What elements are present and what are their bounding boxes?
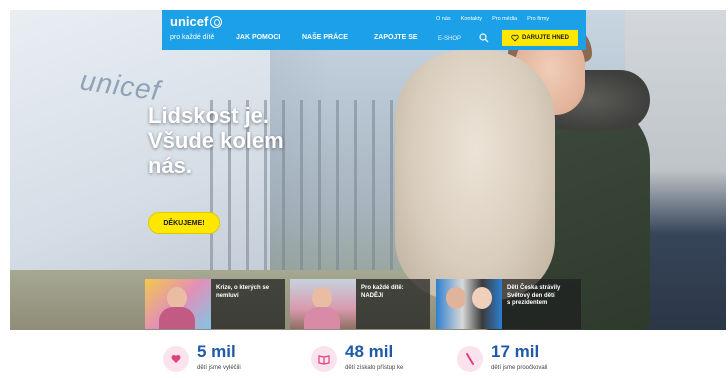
tile-child-face — [167, 287, 187, 309]
stat-label: dětí jsme vyléčili — [197, 365, 241, 371]
hero-photo-plush-toy — [395, 50, 555, 300]
top-links: O nás Kontakty Pro média Pro firmy — [436, 16, 549, 22]
stat-value: 17 mil — [491, 342, 540, 361]
hero-headline-line-3: nás. — [148, 153, 193, 178]
stat-label: dětí získalo přístup ke — [345, 365, 404, 371]
book-icon — [311, 346, 337, 372]
hero-headline-line-2: Všude kolem — [148, 128, 284, 153]
tile-child-body — [159, 307, 195, 329]
story-tile-president[interactable]: Děti Česka strávily Světový den dětí s p… — [436, 279, 581, 329]
story-tile-title: Krize, o kterých se nemluví — [211, 279, 274, 329]
story-tile-title: Děti Česka strávily Světový den dětí s p… — [502, 279, 565, 329]
logo-text: unicef — [170, 14, 209, 29]
nav-item-zapojte-se[interactable]: ZAPOJTE SE — [374, 34, 418, 41]
top-link-contacts[interactable]: Kontakty — [461, 16, 482, 22]
story-tile-line: NADĚJI — [361, 292, 384, 299]
story-tile-line: nemluví — [216, 292, 239, 299]
stat-education: 48 mil dětí získalo přístup ke — [311, 342, 403, 372]
top-link-media[interactable]: Pro média — [492, 16, 517, 22]
story-tile-line: Děti Česka strávily — [507, 285, 561, 291]
story-tile-line: Pro každé dítě: — [361, 285, 404, 291]
main-header: unicef pro každé dítě JAK POMOCI NAŠE PR… — [162, 10, 586, 50]
logo-tagline: pro každé dítě — [170, 34, 215, 41]
nav-item-jak-pomoci[interactable]: JAK POMOCI — [236, 34, 280, 41]
story-tile-line: s prezidentem — [507, 300, 548, 306]
stat-value: 5 mil — [197, 342, 236, 361]
story-tile-image — [436, 279, 502, 329]
eshop-link[interactable]: E-SHOP — [438, 36, 461, 42]
globe-icon — [210, 15, 223, 28]
stat-cured: 5 mil dětí jsme vyléčili — [163, 342, 241, 372]
story-tile-title: Pro každé dítě: NADĚJI — [356, 279, 409, 329]
stat-label: dětí jsme proočkovali — [491, 365, 548, 371]
story-tile-image — [145, 279, 211, 329]
tile-person-face — [446, 287, 466, 309]
donate-label: DARUJTE HNED — [521, 35, 569, 41]
heart-hands-icon — [163, 346, 189, 372]
syringe-icon — [457, 346, 483, 372]
heart-icon — [511, 34, 519, 42]
story-tile-line: Krize, o kterých se — [216, 285, 270, 291]
impact-stats: 5 mil dětí jsme vyléčili 48 mil dětí zís… — [0, 330, 728, 378]
nav-item-nase-prace[interactable]: NAŠE PRÁCE — [302, 34, 348, 41]
tile-child-face — [312, 287, 332, 309]
top-link-business[interactable]: Pro firmy — [527, 16, 549, 22]
tile-child-body — [304, 307, 340, 329]
story-tile-image — [290, 279, 356, 329]
search-icon[interactable] — [479, 33, 489, 43]
stat-vaccinated: 17 mil dětí jsme proočkovali — [457, 342, 547, 372]
tent-unicef-logo: unicef — [78, 64, 163, 107]
story-tile-hope[interactable]: Pro každé dítě: NADĚJI — [290, 279, 430, 329]
top-link-about[interactable]: O nás — [436, 16, 451, 22]
thanks-button[interactable]: DĚKUJEME! — [148, 212, 220, 234]
stat-value: 48 mil — [345, 342, 394, 361]
donate-button[interactable]: DARUJTE HNED — [502, 30, 578, 46]
story-tile-crises[interactable]: Krize, o kterých se nemluví — [145, 279, 285, 329]
hero-headline-line-1: Lidskost je. — [148, 103, 270, 128]
tile-person-face — [472, 287, 492, 309]
hero-headline: Lidskost je. Všude kolem nás. — [148, 103, 318, 178]
unicef-logo[interactable]: unicef — [170, 14, 223, 29]
story-tile-line: Světový den dětí — [507, 292, 555, 299]
